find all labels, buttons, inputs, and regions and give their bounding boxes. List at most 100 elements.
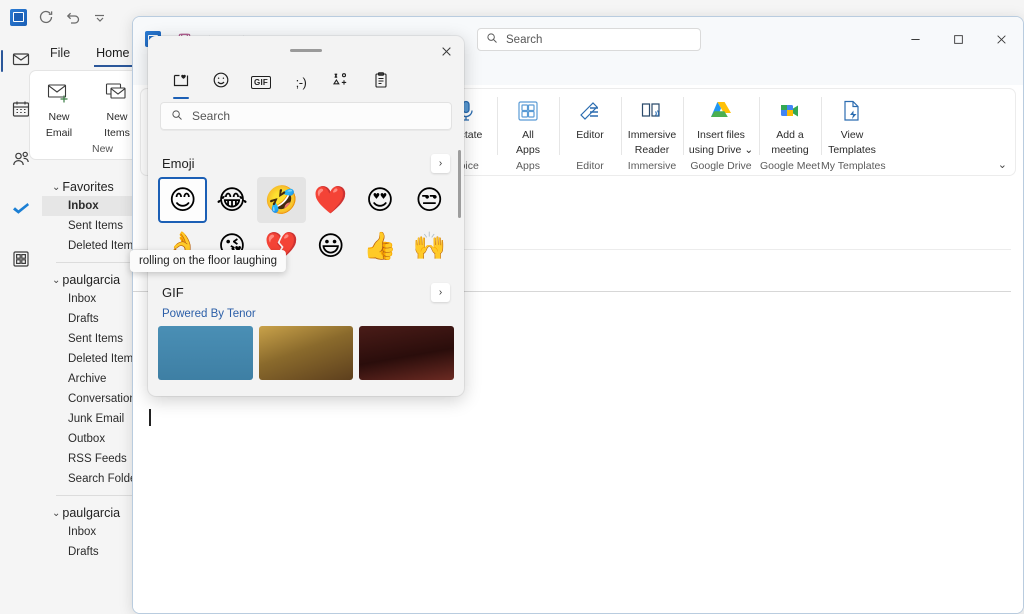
emoji-section-title: Emoji xyxy=(162,156,195,171)
new-email-label-2: Email xyxy=(45,126,73,139)
tab-recently-used[interactable] xyxy=(170,69,192,99)
clipboard-icon xyxy=(372,71,390,94)
heart-in-box-icon xyxy=(172,71,190,94)
view-templates-label-1: View xyxy=(840,129,864,141)
insert-files-label-1: Insert files xyxy=(697,129,745,141)
folder-section-title: Favorites xyxy=(62,180,114,194)
rail-item-more-apps[interactable] xyxy=(6,246,36,276)
close-button[interactable] xyxy=(980,17,1023,61)
folder-item-label: Drafts xyxy=(68,546,99,558)
ribbon-expand-chevron-icon[interactable]: ⌄ xyxy=(998,158,1007,171)
immersive-reader-button[interactable]: Immersive Reader xyxy=(621,95,683,156)
new-email-label-1: New xyxy=(48,111,70,123)
ribbon-group-immersive: Immersive Reader Immersive xyxy=(621,89,683,175)
insert-files-using-drive-button[interactable]: Insert files using Drive ⌄ xyxy=(683,95,759,156)
immersive-reader-icon xyxy=(639,95,665,127)
tab-clipboard[interactable] xyxy=(370,69,392,95)
refresh-icon[interactable] xyxy=(38,9,54,25)
window-controls xyxy=(894,17,1023,61)
symbols-icon xyxy=(332,71,350,94)
emoji-raising-hands[interactable]: 🙌 xyxy=(405,223,454,269)
gif-section-more-button[interactable]: › xyxy=(431,283,450,302)
emoji-picker-panel: GIF ;-) Search Emoji › 😊 😂 🤣 ❤️ 😍 😒 👌 😘 … xyxy=(148,36,464,396)
add-meeting-label-2: meeting xyxy=(771,143,809,156)
undo-icon[interactable] xyxy=(65,9,81,25)
ribbon-group-label-google-meet: Google Meet xyxy=(759,160,821,172)
editor-button[interactable]: Editor xyxy=(559,95,621,142)
tab-file[interactable]: File xyxy=(48,42,72,64)
editor-label: Editor xyxy=(576,129,604,141)
emoji-search-placeholder: Search xyxy=(192,109,231,123)
emoji-tooltip: rolling on the floor laughing xyxy=(129,250,287,272)
screen: File Home New Email New Items New ⌄ Favo… xyxy=(0,0,1024,614)
editor-pen-icon xyxy=(577,95,603,127)
emoji-panel-tabs: GIF ;-) xyxy=(148,64,464,100)
new-items-label-1: New xyxy=(106,111,128,123)
outlook-logo-icon xyxy=(10,8,27,26)
powered-by-tenor-link[interactable]: Powered By Tenor xyxy=(148,306,464,326)
maximize-button[interactable] xyxy=(937,17,980,61)
gif-thumbnail-3[interactable] xyxy=(359,326,455,380)
emoji-search-input[interactable]: Search xyxy=(160,102,452,130)
kaomoji-icon: ;-) xyxy=(295,74,307,90)
ribbon-group-my-templates: View Templates My Templates xyxy=(821,89,886,175)
new-items-label-2: Items xyxy=(104,126,130,139)
emoji-smiling-face-with-heart-eyes[interactable]: 😍 xyxy=(355,177,404,223)
people-icon xyxy=(11,149,31,174)
chevron-down-icon: ⌄ xyxy=(52,274,61,286)
immersive-reader-label-1: Immersive xyxy=(627,129,677,141)
view-templates-button[interactable]: View Templates xyxy=(821,95,883,156)
all-apps-icon xyxy=(515,95,541,127)
compose-text-caret xyxy=(149,409,151,426)
emoji-section-more-button[interactable]: › xyxy=(431,154,450,173)
search-input[interactable]: Search xyxy=(477,28,701,51)
emoji-panel-header[interactable] xyxy=(148,36,464,64)
emoji-smiling-face-with-smiling-eyes[interactable]: 😊 xyxy=(158,177,208,223)
emoji-panel-scrollbar[interactable] xyxy=(458,150,461,370)
emoji-rolling-on-the-floor-laughing[interactable]: 🤣 xyxy=(256,177,306,223)
all-apps-label-1: All xyxy=(522,129,534,141)
gif-icon: GIF xyxy=(251,75,271,89)
view-templates-label-2: Templates xyxy=(828,143,876,156)
more-apps-icon xyxy=(11,249,31,274)
gif-section-title: GIF xyxy=(162,285,184,300)
customize-chevron-icon[interactable] xyxy=(92,9,108,25)
drag-handle-icon[interactable] xyxy=(290,49,322,52)
tab-home[interactable]: Home xyxy=(94,42,132,67)
emoji-thumbs-up[interactable]: 👍 xyxy=(355,223,404,269)
add-meeting-label-1: Add a xyxy=(776,129,804,141)
folder-section-title: paulgarcia xyxy=(62,506,121,520)
ribbon-group-apps: All Apps Apps xyxy=(497,89,559,175)
all-apps-label-2: Apps xyxy=(516,143,540,156)
close-icon[interactable] xyxy=(436,41,456,61)
tab-emoji[interactable] xyxy=(210,69,232,95)
todo-icon xyxy=(11,199,31,224)
gif-thumbnail-1[interactable] xyxy=(158,326,253,380)
ribbon-group-editor: Editor Editor xyxy=(559,89,621,175)
gif-thumbnail-2[interactable] xyxy=(258,326,354,380)
google-drive-icon xyxy=(708,95,734,127)
emoji-face-with-tears-of-joy[interactable]: 😂 xyxy=(207,177,256,223)
search-icon xyxy=(486,32,498,47)
tab-symbols[interactable] xyxy=(330,69,352,95)
emoji-grinning-face-with-big-eyes[interactable]: 😃 xyxy=(306,223,355,269)
emoji-unamused-face[interactable]: 😒 xyxy=(405,177,454,223)
minimize-button[interactable] xyxy=(894,17,937,61)
ribbon-group-google-drive: Insert files using Drive ⌄ Google Drive xyxy=(683,89,759,175)
chevron-down-icon: ⌄ xyxy=(52,507,61,519)
tab-gif[interactable]: GIF xyxy=(250,69,272,95)
rail-item-todo[interactable] xyxy=(6,196,36,226)
insert-files-label-2: using Drive ⌄ xyxy=(688,143,754,156)
view-templates-icon xyxy=(839,95,865,127)
calendar-icon xyxy=(11,99,31,124)
scrollbar-thumb[interactable] xyxy=(458,150,461,218)
main-ribbon-tabs: File Home xyxy=(48,42,132,67)
new-items-icon xyxy=(104,78,130,108)
tab-kaomoji[interactable]: ;-) xyxy=(290,69,312,95)
add-a-meeting-button[interactable]: Add a meeting xyxy=(759,95,821,156)
emoji-red-heart[interactable]: ❤️ xyxy=(306,177,355,223)
search-placeholder: Search xyxy=(506,33,543,46)
search-icon xyxy=(171,109,183,124)
immersive-reader-label-2: Reader xyxy=(634,143,670,156)
all-apps-button[interactable]: All Apps xyxy=(497,95,559,156)
